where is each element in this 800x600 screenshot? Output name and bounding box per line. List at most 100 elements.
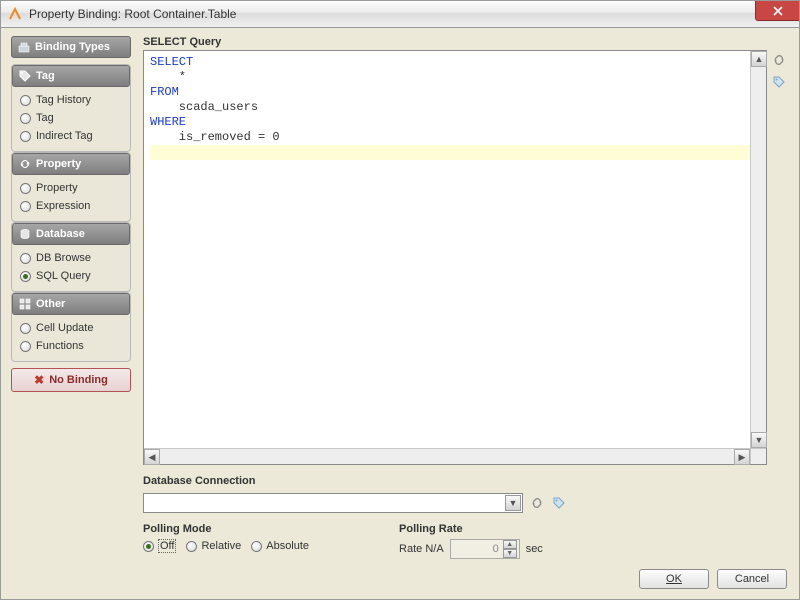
group-label: Property: [36, 158, 81, 170]
sidebar-group-other: Other Cell Update Functions: [11, 292, 131, 362]
group-label: Other: [36, 298, 65, 310]
remove-icon: ✖: [34, 373, 44, 387]
radio-icon: [20, 271, 31, 282]
binding-option-tag-history[interactable]: Tag History: [18, 91, 124, 109]
close-button[interactable]: [755, 1, 799, 21]
scroll-corner: [750, 448, 766, 464]
editor-caret-line: [150, 145, 760, 160]
query-line: FROM: [150, 85, 760, 100]
group-label: Database: [36, 228, 85, 240]
radio-icon: [20, 95, 31, 106]
spinner-down-icon[interactable]: ▼: [503, 549, 517, 558]
group-label: Tag: [36, 70, 55, 82]
content-area: SELECT Query SELECT *FROM scada_usersWHE…: [143, 36, 789, 559]
polling-rate-value: 0: [453, 543, 503, 555]
binding-option-functions[interactable]: Functions: [18, 337, 124, 355]
ok-label: OK: [666, 573, 682, 585]
polling-option-off[interactable]: Off: [143, 539, 176, 553]
radio-icon: [20, 131, 31, 142]
radio-icon: [20, 201, 31, 212]
window-body: Binding Types Tag Tag History Tag Indirect …: [0, 28, 800, 600]
insert-tag-icon[interactable]: [771, 74, 787, 90]
option-label: Cell Update: [36, 322, 93, 334]
binding-option-db-browse[interactable]: DB Browse: [18, 249, 124, 267]
db-tag-icon[interactable]: [551, 495, 567, 511]
scrollbar-vertical[interactable]: ▲ ▼: [750, 51, 766, 448]
binding-types-label: Binding Types: [35, 41, 110, 53]
query-line: *: [150, 70, 760, 85]
radio-icon: [20, 183, 31, 194]
sidebar-group-database: Database DB Browse SQL Query: [11, 222, 131, 292]
binding-option-property[interactable]: Property: [18, 179, 124, 197]
scroll-left-button[interactable]: ◀: [144, 449, 160, 465]
titlebar: Property Binding: Root Container.Table: [0, 0, 800, 28]
scroll-down-button[interactable]: ▼: [751, 432, 767, 448]
polling-option-relative[interactable]: Relative: [186, 540, 241, 552]
dropdown-arrow-icon[interactable]: ▼: [505, 495, 521, 511]
query-editor-frame: SELECT *FROM scada_usersWHERE is_removed…: [143, 50, 767, 465]
polling-rate-unit: sec: [526, 543, 543, 555]
option-label: Expression: [36, 200, 90, 212]
group-header-property: Property: [12, 153, 130, 175]
no-binding-button[interactable]: ✖ No Binding: [11, 368, 131, 392]
query-line: is_removed = 0: [150, 130, 760, 145]
db-link-icon[interactable]: [529, 495, 545, 511]
spinner-up-icon[interactable]: ▲: [503, 540, 517, 549]
group-header-tag: Tag: [12, 65, 130, 87]
query-line: scada_users: [150, 100, 760, 115]
group-header-other: Other: [12, 293, 130, 315]
option-label: Tag History: [36, 94, 91, 106]
scrollbar-horizontal[interactable]: ◀ ▶: [144, 448, 750, 464]
query-line: WHERE: [150, 115, 760, 130]
cancel-button[interactable]: Cancel: [717, 569, 787, 589]
radio-icon: [251, 541, 262, 552]
polling-mode-label: Polling Mode: [143, 523, 309, 535]
toolbox-icon: [18, 41, 30, 53]
cancel-label: Cancel: [735, 573, 769, 585]
ok-button[interactable]: OK: [639, 569, 709, 589]
query-line: SELECT: [150, 55, 760, 70]
link-icon: [19, 158, 31, 170]
sidebar: Binding Types Tag Tag History Tag Indirect …: [11, 36, 131, 559]
dialog-footer: OK Cancel: [11, 569, 789, 589]
select-query-label: SELECT Query: [143, 36, 789, 48]
option-label: SQL Query: [36, 270, 91, 282]
binding-types-header: Binding Types: [11, 36, 131, 58]
binding-option-cell-update[interactable]: Cell Update: [18, 319, 124, 337]
option-label: DB Browse: [36, 252, 91, 264]
polling-rate-prefix: Rate N/A: [399, 543, 444, 555]
polling-mode-options: Off Relative Absolute: [143, 539, 309, 553]
binding-option-tag[interactable]: Tag: [18, 109, 124, 127]
query-editor[interactable]: SELECT *FROM scada_usersWHERE is_removed…: [144, 51, 766, 464]
radio-icon: [20, 253, 31, 264]
option-label: Indirect Tag: [36, 130, 93, 142]
scroll-up-button[interactable]: ▲: [751, 51, 767, 67]
option-label: Functions: [36, 340, 84, 352]
binding-option-sql-query[interactable]: SQL Query: [18, 267, 124, 285]
sidebar-group-tag: Tag Tag History Tag Indirect Tag: [11, 64, 131, 152]
scroll-right-button[interactable]: ▶: [734, 449, 750, 465]
radio-icon: [20, 113, 31, 124]
db-connection-label: Database Connection: [143, 475, 789, 487]
window-title: Property Binding: Root Container.Table: [29, 7, 236, 21]
group-header-database: Database: [12, 223, 130, 245]
polling-rate-spinner[interactable]: 0 ▲ ▼: [450, 539, 520, 559]
binding-option-indirect-tag[interactable]: Indirect Tag: [18, 127, 124, 145]
grid-icon: [19, 298, 31, 310]
insert-property-icon[interactable]: [771, 52, 787, 68]
app-icon: [7, 6, 23, 22]
radio-icon: [20, 341, 31, 352]
tag-icon: [19, 70, 31, 82]
polling-rate-label: Polling Rate: [399, 523, 543, 535]
polling-option-label: Absolute: [266, 540, 309, 552]
radio-icon: [143, 541, 154, 552]
option-label: Tag: [36, 112, 54, 124]
db-icon: [19, 228, 31, 240]
radio-icon: [20, 323, 31, 334]
binding-option-expression[interactable]: Expression: [18, 197, 124, 215]
polling-option-absolute[interactable]: Absolute: [251, 540, 309, 552]
radio-icon: [186, 541, 197, 552]
db-connection-select[interactable]: ▼: [143, 493, 523, 513]
no-binding-label: No Binding: [49, 374, 108, 386]
option-label: Property: [36, 182, 78, 194]
